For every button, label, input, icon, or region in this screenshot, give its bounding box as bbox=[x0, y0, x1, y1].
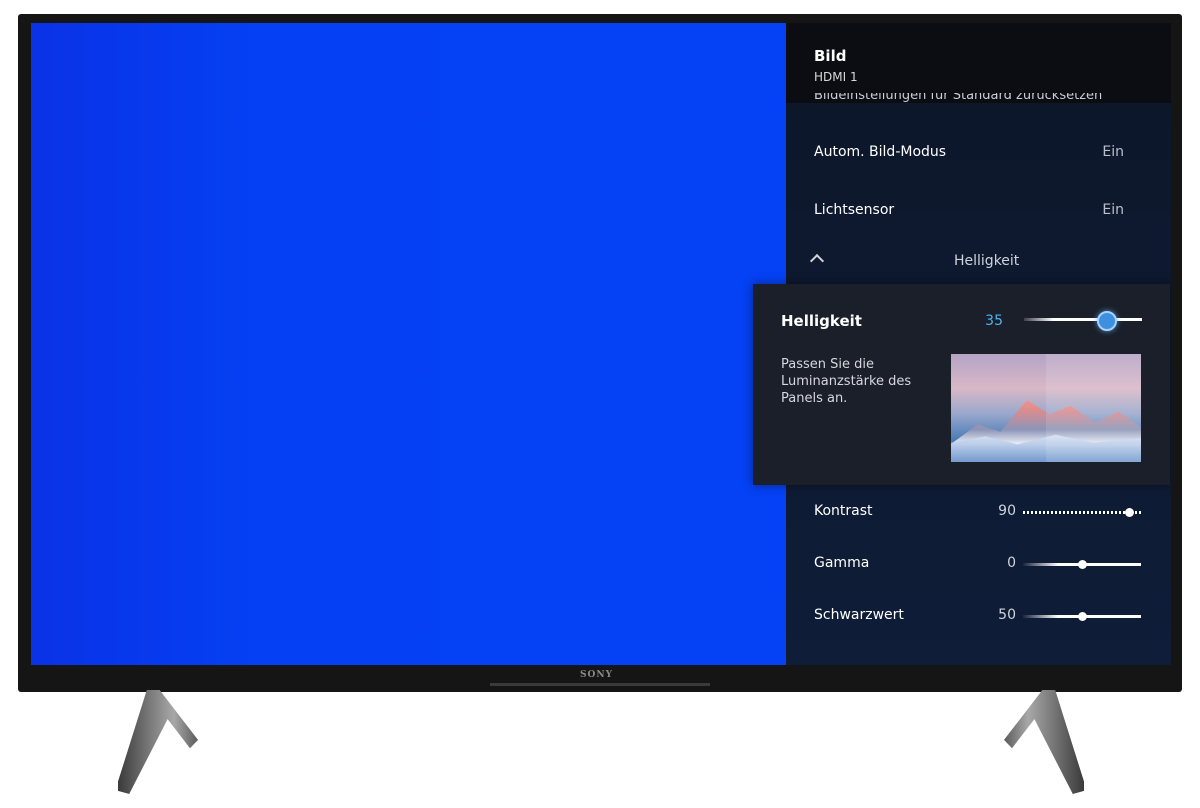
slider-label: Schwarzwert bbox=[814, 607, 904, 623]
popup-value: 35 bbox=[985, 313, 1003, 329]
brightness-slider-track[interactable] bbox=[1024, 318, 1142, 321]
preview-image bbox=[951, 354, 1141, 462]
brightness-slider-knob[interactable] bbox=[1096, 311, 1117, 331]
section-label: Helligkeit bbox=[954, 253, 1020, 269]
section-header-brightness[interactable]: Helligkeit bbox=[786, 251, 1171, 275]
menu-header: Bild HDMI 1 bbox=[786, 23, 1171, 103]
chevron-up-icon bbox=[809, 253, 825, 269]
menu-title: Bild bbox=[814, 47, 847, 65]
slider-row-contrast[interactable]: Kontrast 90 bbox=[814, 501, 1144, 523]
popup-title: Helligkeit bbox=[781, 312, 862, 330]
preview-brightened-half bbox=[1046, 354, 1141, 462]
black-level-slider-knob[interactable] bbox=[1078, 612, 1087, 621]
menu-item-label: Lichtsensor bbox=[814, 202, 895, 218]
bezel-strip bbox=[490, 683, 710, 686]
tv-screen: Bild HDMI 1 Bildeinstellungen für Standa… bbox=[31, 23, 1171, 665]
menu-subtitle: HDMI 1 bbox=[814, 70, 858, 84]
brightness-popup: Helligkeit 35 Passen Sie die Luminanzstä… bbox=[753, 284, 1170, 485]
reset-settings-label: Bildeinstellungen für Standard zurückset… bbox=[814, 93, 1103, 103]
menu-item-label: Autom. Bild-Modus bbox=[814, 144, 947, 160]
popup-description: Passen Sie die Luminanzstärke des Panels… bbox=[781, 357, 912, 406]
tv-stand-left bbox=[118, 690, 198, 794]
slider-label: Gamma bbox=[814, 555, 870, 571]
sony-logo: SONY bbox=[580, 670, 613, 680]
slider-value: 0 bbox=[1007, 555, 1016, 571]
reset-settings-item[interactable]: Bildeinstellungen für Standard zurückset… bbox=[814, 93, 1102, 107]
slider-value: 90 bbox=[998, 503, 1016, 519]
slider-row-black-level[interactable]: Schwarzwert 50 bbox=[814, 605, 1144, 627]
menu-item-auto-picture-mode[interactable]: Autom. Bild-Modus Ein bbox=[814, 144, 1144, 168]
menu-item-light-sensor[interactable]: Lichtsensor Ein bbox=[814, 202, 1144, 226]
tv-stand-right bbox=[1004, 690, 1084, 794]
slider-row-gamma[interactable]: Gamma 0 bbox=[814, 553, 1144, 575]
blue-test-screen bbox=[31, 23, 786, 665]
slider-label: Kontrast bbox=[814, 503, 873, 519]
gamma-slider-knob[interactable] bbox=[1078, 560, 1087, 569]
menu-item-value: Ein bbox=[1102, 202, 1124, 218]
contrast-slider-knob[interactable] bbox=[1125, 508, 1135, 517]
menu-item-value: Ein bbox=[1102, 144, 1124, 160]
contrast-slider-track[interactable] bbox=[1023, 511, 1141, 514]
slider-value: 50 bbox=[998, 607, 1016, 623]
